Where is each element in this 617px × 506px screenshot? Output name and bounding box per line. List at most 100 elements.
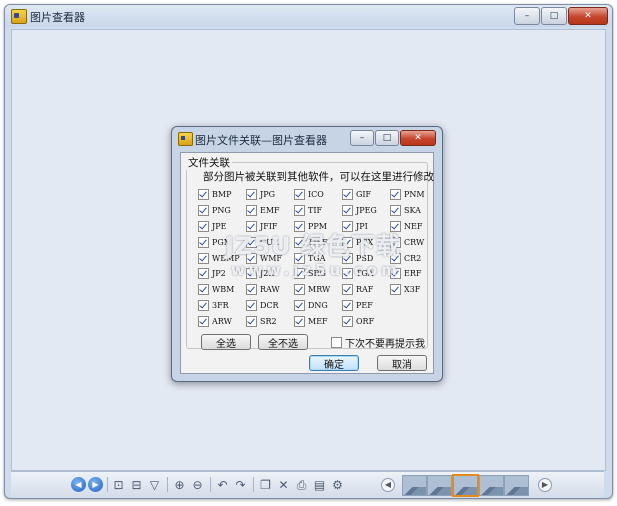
thumbnail[interactable] [479, 475, 504, 496]
format-option-tga[interactable]: TGA [342, 266, 390, 282]
ok-button[interactable]: 确定 [309, 355, 359, 371]
format-checkbox[interactable] [390, 252, 401, 264]
format-checkbox[interactable] [246, 268, 257, 280]
app-titlebar[interactable]: 图片查看器 – □ ✕ [5, 5, 612, 27]
format-option-jpeg[interactable]: JPEG [342, 203, 390, 219]
print-icon[interactable]: ⎙ [294, 477, 309, 492]
format-checkbox[interactable] [390, 189, 401, 201]
format-option-gif[interactable]: GIF [342, 187, 390, 203]
prev-circle-icon[interactable]: ◀ [71, 477, 86, 492]
format-option-pnm[interactable]: PNM [390, 187, 438, 203]
cancel-button[interactable]: 取消 [377, 355, 427, 371]
dialog-maximize-button[interactable]: □ [375, 130, 399, 146]
format-option-3fr[interactable]: 3FR [198, 298, 246, 314]
format-checkbox[interactable] [198, 236, 209, 248]
format-checkbox[interactable] [294, 205, 305, 217]
format-option-erf[interactable]: ERF [390, 266, 438, 282]
format-option-tif[interactable]: TIF [294, 203, 342, 219]
format-checkbox[interactable] [294, 252, 305, 264]
format-checkbox[interactable] [342, 189, 353, 201]
format-checkbox[interactable] [294, 268, 305, 280]
close-button[interactable]: ✕ [568, 7, 608, 25]
format-checkbox[interactable] [294, 220, 305, 232]
format-checkbox[interactable] [246, 189, 257, 201]
format-checkbox[interactable] [198, 268, 209, 280]
copy-icon[interactable]: ❐ [258, 477, 273, 492]
format-checkbox[interactable] [390, 268, 401, 280]
save-icon[interactable]: ▤ [312, 477, 327, 492]
format-option-emf[interactable]: EMF [246, 203, 294, 219]
format-checkbox[interactable] [246, 220, 257, 232]
format-option-jpe[interactable]: JPE [198, 219, 246, 235]
format-option-bmp[interactable]: BMP [198, 187, 246, 203]
fullscreen-icon[interactable]: ▽ [147, 477, 162, 492]
format-checkbox[interactable] [390, 205, 401, 217]
format-option-jp2[interactable]: JP2 [198, 266, 246, 282]
format-option-wbm[interactable]: WBM [198, 282, 246, 298]
dialog-minimize-button[interactable]: – [350, 130, 374, 146]
format-option-crw[interactable]: CRW [390, 234, 438, 250]
format-checkbox[interactable] [390, 220, 401, 232]
thumbnail-active[interactable] [452, 474, 479, 497]
format-option-ppm[interactable]: PPM [294, 219, 342, 235]
format-checkbox[interactable] [246, 205, 257, 217]
format-option-jpi[interactable]: JPI [342, 219, 390, 235]
format-checkbox[interactable] [294, 189, 305, 201]
format-option-mef[interactable]: MEF [294, 313, 342, 329]
actual-size-icon[interactable]: ⊟ [129, 477, 144, 492]
format-option-ico[interactable]: ICO [294, 187, 342, 203]
thumbnail[interactable] [504, 475, 529, 496]
format-checkbox[interactable] [246, 252, 257, 264]
format-option-ska[interactable]: SKA [390, 203, 438, 219]
format-option-x3f[interactable]: X3F [390, 282, 438, 298]
no-remind-option[interactable]: 下次不要再提示我 [331, 335, 425, 350]
thumbnail[interactable] [402, 475, 427, 496]
format-checkbox[interactable] [198, 284, 209, 296]
format-checkbox[interactable] [342, 236, 353, 248]
delete-icon[interactable]: ✕ [276, 477, 291, 492]
format-checkbox[interactable] [198, 299, 209, 311]
thumbnail[interactable] [427, 475, 452, 496]
format-checkbox[interactable] [198, 205, 209, 217]
format-checkbox[interactable] [246, 284, 257, 296]
format-option-pef[interactable]: PEF [342, 298, 390, 314]
format-checkbox[interactable] [342, 205, 353, 217]
format-checkbox[interactable] [390, 236, 401, 248]
format-checkbox[interactable] [342, 315, 353, 327]
format-checkbox[interactable] [342, 268, 353, 280]
format-checkbox[interactable] [246, 315, 257, 327]
format-checkbox[interactable] [246, 299, 257, 311]
select-none-button[interactable]: 全不选 [258, 334, 308, 350]
thumb-next-icon[interactable]: ▶ [538, 478, 552, 492]
format-checkbox[interactable] [198, 220, 209, 232]
format-option-sr2[interactable]: SR2 [246, 313, 294, 329]
format-option-cr2[interactable]: CR2 [390, 250, 438, 266]
format-checkbox[interactable] [294, 284, 305, 296]
format-option-raw[interactable]: RAW [246, 282, 294, 298]
format-option-arw[interactable]: ARW [198, 313, 246, 329]
format-option-dcr[interactable]: DCR [246, 298, 294, 314]
select-all-button[interactable]: 全选 [201, 334, 251, 350]
zoom-out-icon[interactable]: ⊖ [190, 477, 205, 492]
next-circle-icon[interactable]: ▶ [88, 477, 103, 492]
thumb-prev-icon[interactable]: ◀ [381, 478, 395, 492]
dialog-titlebar[interactable]: 图片文件关联—图片查看器 – □ ✕ [172, 127, 442, 149]
format-checkbox[interactable] [294, 299, 305, 311]
format-option-jpg[interactable]: JPG [246, 187, 294, 203]
format-checkbox[interactable] [198, 315, 209, 327]
rotate-right-icon[interactable]: ↷ [233, 477, 248, 492]
format-checkbox[interactable] [294, 236, 305, 248]
format-option-png[interactable]: PNG [198, 203, 246, 219]
format-option-pgm[interactable]: PGM [198, 234, 246, 250]
format-option-srg[interactable]: SRG [294, 266, 342, 282]
format-option-nef[interactable]: NEF [390, 219, 438, 235]
format-checkbox[interactable] [198, 189, 209, 201]
format-option-mrw[interactable]: MRW [294, 282, 342, 298]
format-option-raf[interactable]: RAF [342, 282, 390, 298]
format-checkbox[interactable] [342, 252, 353, 264]
format-option-orf[interactable]: ORF [342, 313, 390, 329]
format-checkbox[interactable] [342, 220, 353, 232]
format-option-cur[interactable]: CUR [246, 234, 294, 250]
format-option-j2k[interactable]: J2K [246, 266, 294, 282]
format-checkbox[interactable] [246, 236, 257, 248]
